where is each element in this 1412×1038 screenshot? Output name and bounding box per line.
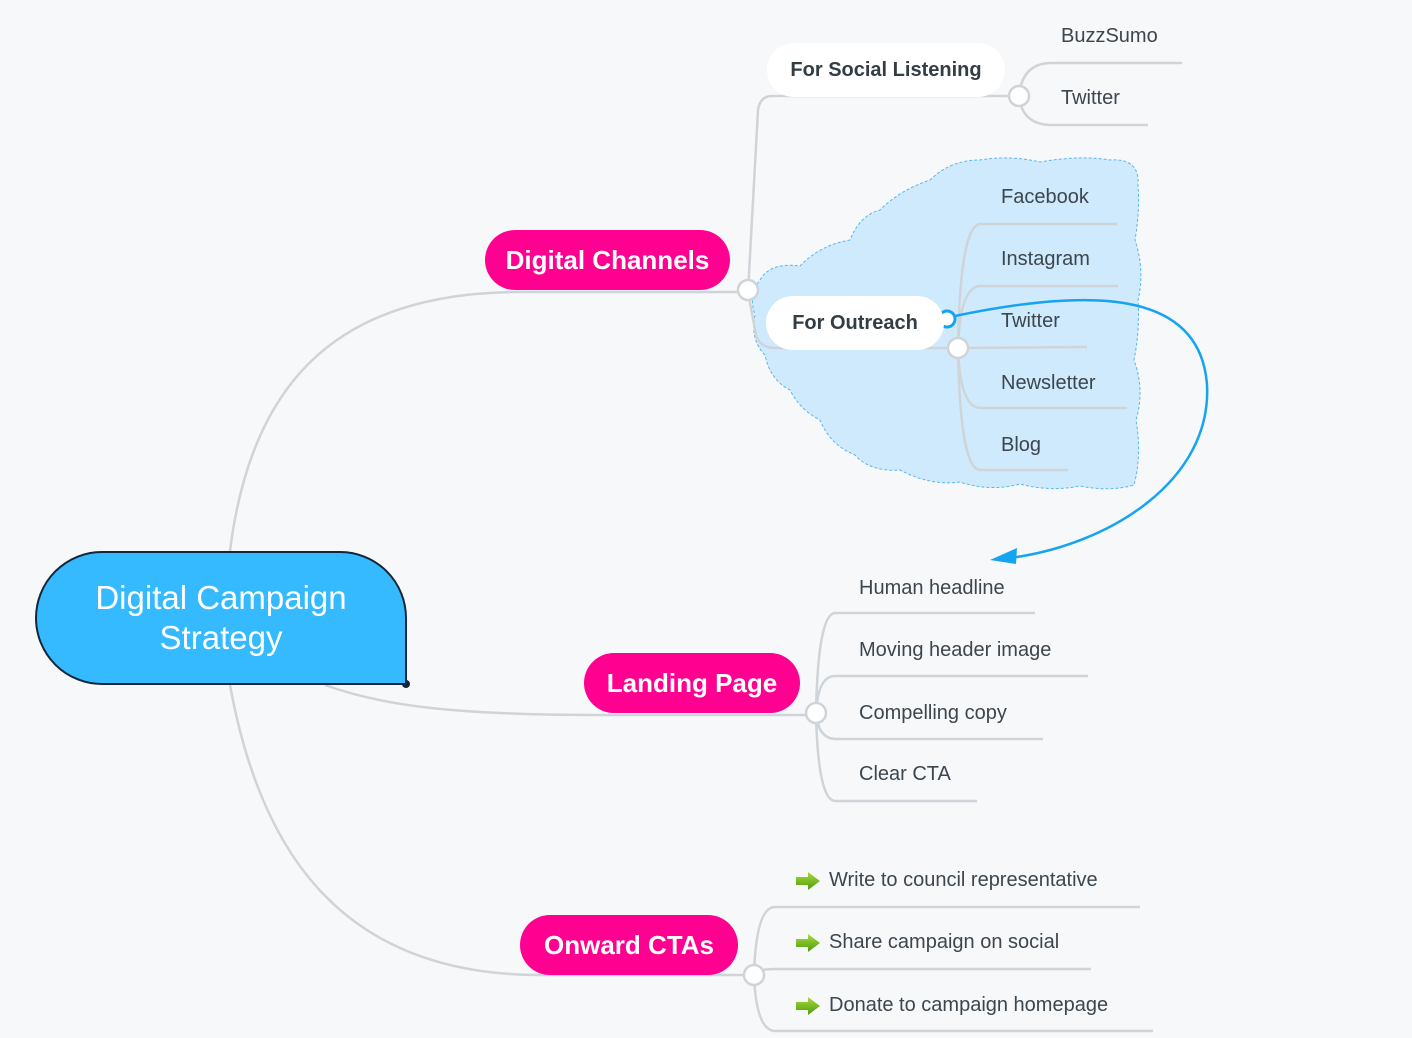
topic-label: Digital Channels	[505, 244, 710, 275]
collapse-handle-social-listening[interactable]	[1007, 84, 1031, 108]
leaf-twitter-listening[interactable]: Twitter	[1061, 87, 1120, 110]
leaf-moving-header-image[interactable]: Moving header image	[859, 639, 1051, 662]
leaf-instagram[interactable]: Instagram	[1001, 248, 1090, 271]
central-topic-label: Digital Campaign Strategy	[95, 579, 347, 656]
topic-onward-ctas[interactable]: Onward CTAs	[520, 915, 738, 975]
green-arrow-right-icon	[796, 996, 820, 1015]
leaf-human-headline[interactable]: Human headline	[859, 577, 1005, 600]
branch-digital-channels	[228, 290, 748, 552]
collapse-handle-outreach[interactable]	[946, 336, 970, 360]
subtopic-label: For Social Listening	[790, 58, 982, 81]
central-topic[interactable]: Digital Campaign Strategy	[35, 551, 407, 685]
collapse-handle-onward-ctas[interactable]	[742, 963, 766, 987]
leaf-blog[interactable]: Blog	[1001, 434, 1041, 457]
topic-label: Landing Page	[606, 667, 778, 698]
leaf-share-social[interactable]: Share campaign on social	[796, 931, 1059, 954]
leaf-newsletter[interactable]: Newsletter	[1001, 372, 1095, 395]
connector-layer	[228, 61, 1209, 1033]
relationship-arrowhead	[990, 548, 1017, 564]
leaf-twitter-outreach[interactable]: Twitter	[1001, 310, 1060, 333]
topic-digital-channels[interactable]: Digital Channels	[485, 230, 730, 290]
leaf-compelling-copy[interactable]: Compelling copy	[859, 702, 1007, 725]
topic-landing-page[interactable]: Landing Page	[584, 653, 800, 713]
leaf-write-council[interactable]: Write to council representative	[796, 869, 1098, 892]
leaf-clear-cta[interactable]: Clear CTA	[859, 763, 951, 786]
green-arrow-right-icon	[796, 871, 820, 890]
green-arrow-right-icon	[796, 933, 820, 952]
topic-label: Onward CTAs	[544, 929, 714, 960]
leaf-buzzsumo[interactable]: BuzzSumo	[1061, 25, 1158, 48]
cta-label: Share campaign on social	[829, 931, 1060, 953]
collapse-handle-landing-page[interactable]	[804, 701, 828, 725]
subtopic-social-listening[interactable]: For Social Listening	[767, 43, 1005, 97]
subtopic-outreach[interactable]: For Outreach	[766, 296, 944, 350]
leaf-facebook[interactable]: Facebook	[1001, 186, 1089, 209]
leaf-donate[interactable]: Donate to campaign homepage	[796, 994, 1108, 1017]
subtopic-label: For Outreach	[792, 311, 918, 334]
collapse-handle-digital-channels[interactable]	[736, 278, 760, 302]
cta-label: Write to council representative	[829, 869, 1098, 891]
cta-label: Donate to campaign homepage	[829, 994, 1109, 1016]
